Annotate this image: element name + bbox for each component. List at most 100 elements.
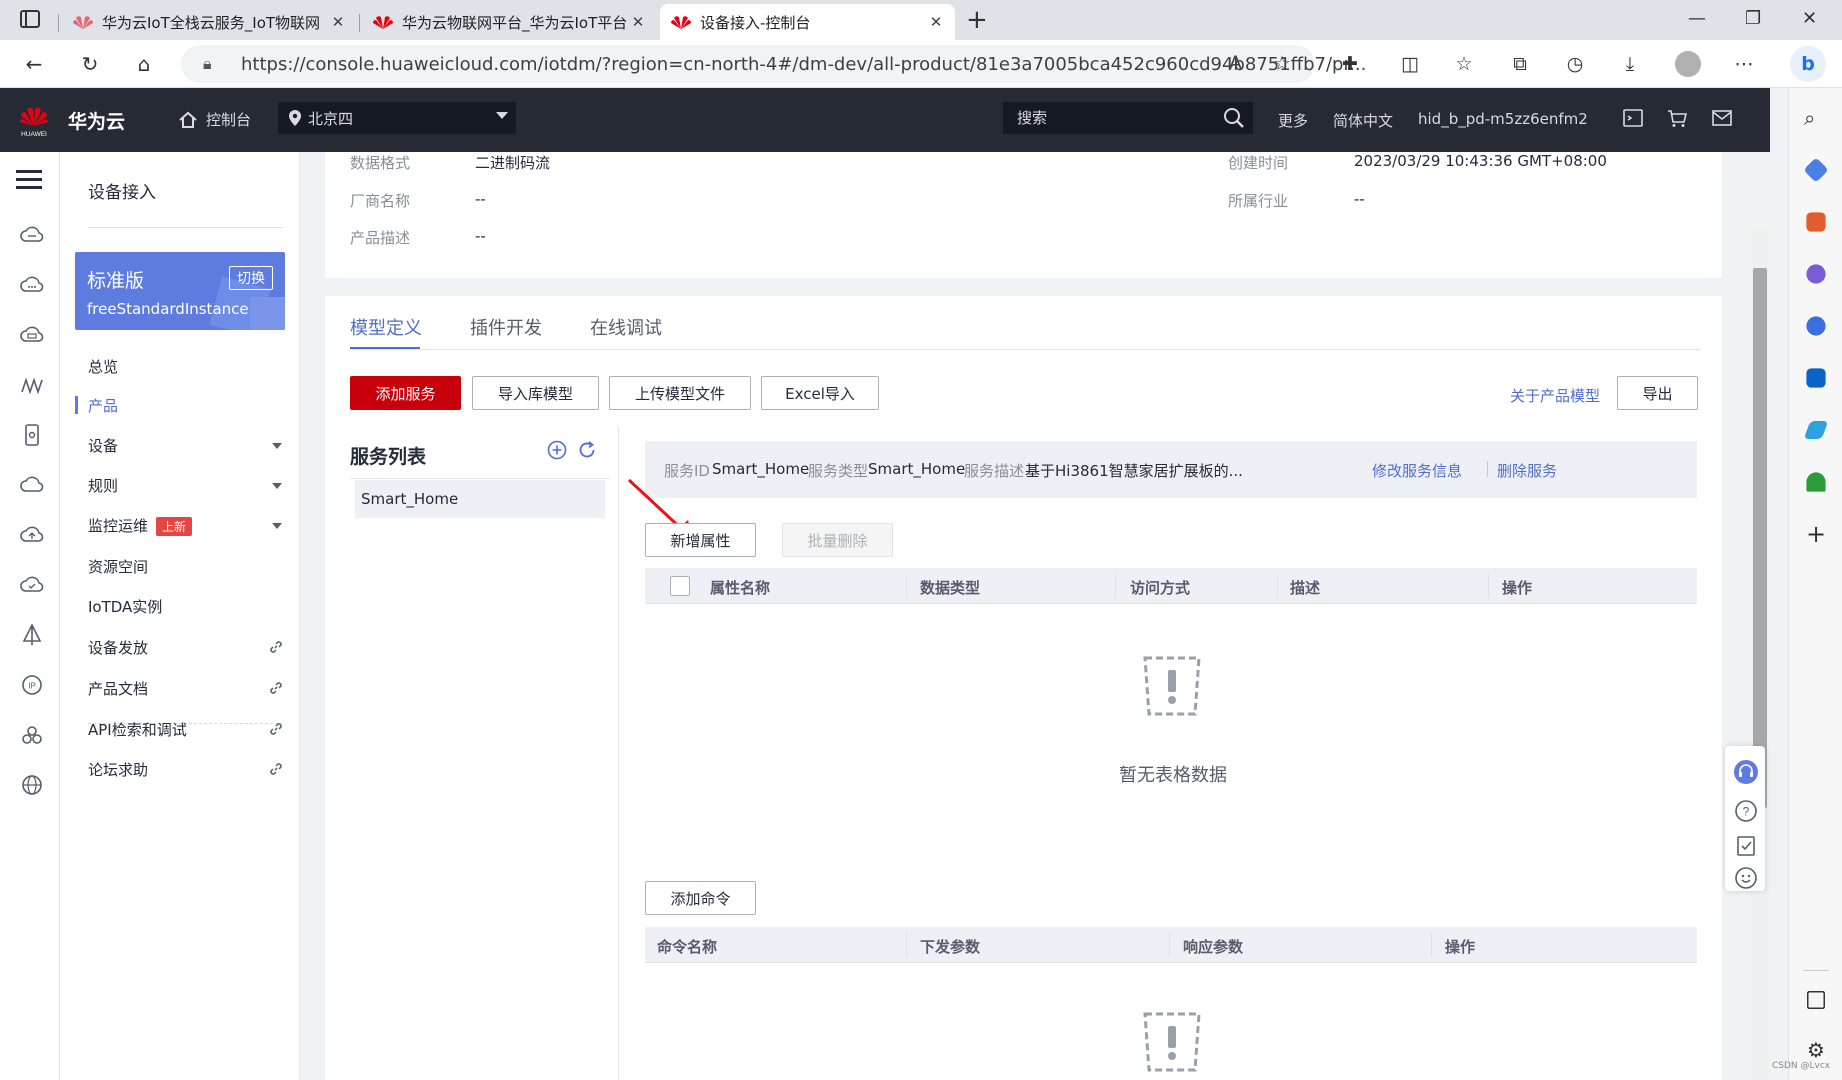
settings-icon[interactable]: ⚙	[1804, 1038, 1828, 1062]
refresh-icon[interactable]	[577, 440, 597, 460]
help-icon[interactable]: ?	[1734, 799, 1758, 823]
home-icon[interactable]: ⌂	[128, 48, 160, 80]
cart-icon[interactable]	[1666, 107, 1688, 129]
sidebar-item-monitoring[interactable]: 监控运维 上新	[88, 515, 288, 539]
sidebar-item-product[interactable]: 产品	[88, 395, 288, 419]
smiley-icon[interactable]	[1734, 866, 1758, 890]
read-aloud-icon[interactable]: A	[1229, 52, 1242, 74]
sidebar-item-resource-space[interactable]: 资源空间	[88, 556, 288, 580]
address-bar[interactable]: 🔒︎ https://console.huaweicloud.com/iotdm…	[181, 45, 1366, 83]
browser-tab-active[interactable]: 设备接入-控制台 ✕	[660, 4, 955, 40]
language-menu[interactable]: 简体中文	[1333, 110, 1393, 131]
region-selector[interactable]: 北京四	[278, 102, 516, 134]
back-icon[interactable]: ←	[18, 48, 50, 80]
search-icon[interactable]: ⌕	[1804, 106, 1828, 130]
cloud-server-icon[interactable]	[20, 224, 44, 246]
history-icon[interactable]: ◷	[1561, 50, 1589, 78]
close-window-icon[interactable]: ✕	[1802, 8, 1817, 29]
close-tab-icon[interactable]: ✕	[629, 13, 647, 31]
cloud-sync-icon[interactable]	[20, 474, 44, 496]
add-command-button[interactable]: 添加命令	[645, 881, 756, 915]
minimize-icon[interactable]: —	[1688, 8, 1706, 29]
cloud-dots-icon[interactable]	[20, 274, 44, 296]
restore-icon[interactable]: ❐	[1745, 8, 1761, 29]
more-options-icon[interactable]: ⋯	[1730, 50, 1758, 78]
search-icon[interactable]	[1223, 107, 1245, 129]
toolbox-icon[interactable]	[1806, 212, 1826, 232]
add-property-button[interactable]: 新增属性	[645, 523, 756, 557]
scrollbar-thumb[interactable]	[1753, 268, 1767, 808]
globe-icon[interactable]	[20, 774, 44, 796]
favorite-add-icon[interactable]: ☆	[1273, 51, 1291, 75]
select-all-checkbox[interactable]	[670, 576, 690, 596]
add-service-icon[interactable]	[547, 440, 567, 460]
new-tab-icon[interactable]: +	[966, 5, 988, 35]
profile-avatar[interactable]	[1674, 50, 1702, 78]
page-scrollbar[interactable]	[1750, 228, 1770, 1080]
add-icon[interactable]: +	[1804, 522, 1828, 546]
import-library-model-button[interactable]: 导入库模型	[472, 376, 599, 410]
message-icon[interactable]	[1711, 107, 1733, 129]
edit-service-link[interactable]: 修改服务信息	[1372, 460, 1462, 481]
send-icon[interactable]	[1803, 421, 1829, 439]
customer-service-icon[interactable]	[1734, 760, 1758, 784]
tab-model-definition[interactable]: 模型定义	[350, 314, 422, 340]
tree-icon[interactable]	[1806, 472, 1826, 492]
console-home-link[interactable]: 控制台	[178, 109, 251, 130]
cloud-shell-icon[interactable]	[1622, 107, 1644, 129]
cloud-check-icon[interactable]	[20, 574, 44, 596]
sidebar-item-rules[interactable]: 规则	[88, 475, 288, 499]
sidebar-toggle-icon[interactable]	[1807, 991, 1825, 1009]
download-icon[interactable]: ⤓	[1616, 50, 1644, 78]
collections-icon[interactable]: ⧉	[1506, 50, 1534, 78]
outlook-icon[interactable]	[1806, 368, 1826, 388]
sidebar-item-device[interactable]: 设备	[88, 435, 288, 459]
cloud-upload-icon[interactable]	[20, 524, 44, 546]
bing-copilot-icon[interactable]: b	[1790, 46, 1826, 82]
feedback-icon[interactable]	[1734, 834, 1758, 858]
tab-online-debug[interactable]: 在线调试	[590, 314, 662, 340]
sidebar-item-device-provisioning[interactable]: 设备发放	[88, 637, 288, 661]
excel-import-button[interactable]: Excel导入	[761, 376, 879, 410]
tag-icon[interactable]	[1803, 157, 1829, 183]
export-button[interactable]: 导出	[1617, 376, 1698, 410]
sail-icon[interactable]	[20, 624, 44, 646]
split-screen-icon[interactable]: ◫	[1396, 50, 1424, 78]
ip-icon[interactable]: IP	[20, 674, 44, 696]
switch-instance-button[interactable]: 切换	[229, 266, 273, 290]
sidebar-item-api-explorer[interactable]: API检索和调试	[88, 719, 288, 743]
games-icon[interactable]	[1806, 264, 1826, 284]
cluster-icon[interactable]	[20, 724, 44, 746]
sidebar-item-product-docs[interactable]: 产品文档	[88, 678, 288, 702]
service-list-item[interactable]: Smart_Home	[355, 480, 605, 518]
lock-icon[interactable]: 🔒︎	[203, 54, 212, 74]
add-service-button[interactable]: 添加服务	[350, 376, 461, 410]
browser-tab[interactable]: 华为云IoT全栈云服务_IoT物联网 ✕	[62, 4, 357, 40]
sidebar-item-forum[interactable]: 论坛求助	[88, 759, 288, 783]
office-icon[interactable]	[1806, 316, 1826, 336]
close-tab-icon[interactable]: ✕	[329, 13, 347, 31]
close-tab-icon[interactable]: ✕	[927, 13, 945, 31]
sidebar-item-overview[interactable]: 总览	[88, 356, 288, 380]
device-icon[interactable]	[20, 424, 44, 446]
delete-service-link[interactable]: 删除服务	[1497, 460, 1557, 481]
upload-model-file-button[interactable]: 上传模型文件	[609, 376, 751, 410]
network-icon[interactable]	[20, 374, 44, 396]
cloud-storage-icon[interactable]	[20, 324, 44, 346]
sidebar-item-iotda-instance[interactable]: IoTDA实例	[88, 596, 288, 620]
more-menu[interactable]: 更多	[1278, 110, 1308, 131]
favorites-icon[interactable]: ☆	[1450, 50, 1478, 78]
search-input[interactable]	[1003, 102, 1253, 134]
browser-tab[interactable]: 华为云物联网平台_华为云IoT平台 ✕	[362, 4, 657, 40]
about-product-model-link[interactable]: 关于产品模型	[1510, 385, 1600, 406]
batch-delete-button[interactable]: 批量删除	[782, 523, 893, 557]
user-menu[interactable]: hid_b_pd-m5zz6enfm2	[1418, 110, 1588, 128]
tab-plugin-development[interactable]: 插件开发	[470, 314, 542, 340]
refresh-icon[interactable]: ↻	[74, 48, 106, 80]
brand-name[interactable]: 华为云	[68, 107, 125, 134]
menu-icon[interactable]	[16, 170, 42, 190]
tab-actions-icon[interactable]	[20, 10, 40, 28]
huawei-logo[interactable]: HUAWEI	[16, 102, 52, 138]
instance-card[interactable]: 标准版 切换 freeStandardInstance	[75, 252, 285, 330]
extensions-icon[interactable]: ✚	[1336, 50, 1364, 78]
